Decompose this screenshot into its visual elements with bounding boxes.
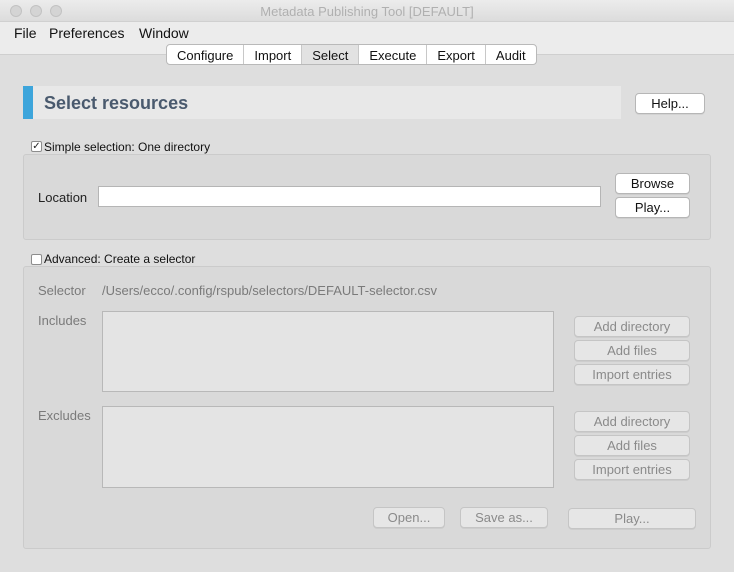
selector-path: /Users/ecco/.config/rspub/selectors/DEFA… bbox=[102, 283, 437, 298]
menu-window[interactable]: Window bbox=[139, 25, 189, 41]
includes-label: Includes bbox=[38, 313, 87, 328]
includes-add-files-button[interactable]: Add files bbox=[574, 340, 690, 361]
simple-selection-checkbox[interactable]: ✓ bbox=[31, 141, 42, 152]
tab-audit[interactable]: Audit bbox=[486, 45, 536, 64]
excludes-add-files-button[interactable]: Add files bbox=[574, 435, 690, 456]
includes-import-entries-button[interactable]: Import entries bbox=[574, 364, 690, 385]
includes-add-directory-button[interactable]: Add directory bbox=[574, 316, 690, 337]
excludes-label: Excludes bbox=[38, 408, 91, 423]
tab-export[interactable]: Export bbox=[427, 45, 486, 64]
advanced-selector-label: Advanced: Create a selector bbox=[44, 252, 196, 266]
excludes-list[interactable] bbox=[102, 406, 554, 488]
simple-play-button[interactable]: Play... bbox=[615, 197, 690, 218]
checkmark-icon: ✓ bbox=[32, 141, 41, 152]
open-selector-button[interactable]: Open... bbox=[373, 507, 445, 528]
excludes-add-directory-button[interactable]: Add directory bbox=[574, 411, 690, 432]
includes-list[interactable] bbox=[102, 311, 554, 392]
page-heading-bar: Select resources bbox=[23, 86, 621, 119]
menu-preferences[interactable]: Preferences bbox=[49, 25, 124, 41]
heading-accent-bar bbox=[23, 86, 33, 119]
advanced-selector-checkbox[interactable] bbox=[31, 254, 42, 265]
selector-label: Selector bbox=[38, 283, 86, 298]
tab-execute[interactable]: Execute bbox=[359, 45, 428, 64]
window-title: Metadata Publishing Tool [DEFAULT] bbox=[260, 4, 474, 19]
simple-selection-label: Simple selection: One directory bbox=[44, 140, 211, 154]
excludes-import-entries-button[interactable]: Import entries bbox=[574, 459, 690, 480]
title-bar: Metadata Publishing Tool [DEFAULT] bbox=[0, 0, 734, 22]
tab-bar: Configure Import Select Execute Export A… bbox=[166, 44, 537, 65]
page-title: Select resources bbox=[44, 93, 189, 113]
tab-configure[interactable]: Configure bbox=[167, 45, 245, 64]
location-label: Location bbox=[38, 190, 88, 205]
help-button[interactable]: Help... bbox=[635, 93, 705, 114]
tab-import[interactable]: Import bbox=[244, 45, 303, 64]
advanced-play-button[interactable]: Play... bbox=[568, 508, 696, 529]
tab-select[interactable]: Select bbox=[302, 45, 360, 64]
menu-file[interactable]: File bbox=[14, 25, 37, 41]
menu-bar: File Preferences Window bbox=[0, 22, 734, 44]
save-selector-as-button[interactable]: Save as... bbox=[460, 507, 548, 528]
browse-button[interactable]: Browse bbox=[615, 173, 690, 194]
location-input[interactable] bbox=[98, 186, 601, 207]
